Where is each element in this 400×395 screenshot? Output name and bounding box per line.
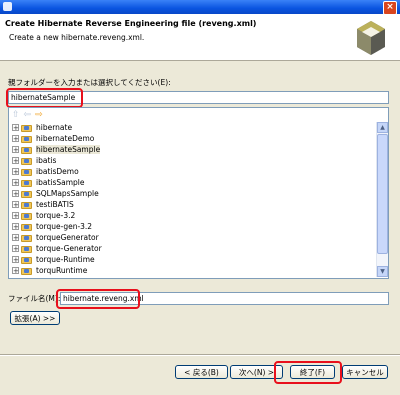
tree-item-label: torquRuntime	[36, 266, 88, 275]
tree-item-label: ibatisSample	[36, 178, 85, 187]
expand-icon[interactable]: +	[12, 157, 19, 165]
wizard-header: Create Hibernate Reverse Engineering fil…	[0, 14, 400, 61]
wizard-title: Create Hibernate Reverse Engineering fil…	[5, 19, 257, 28]
project-folder-icon	[21, 124, 33, 132]
tree-item[interactable]: + torque-Runtime	[9, 254, 375, 265]
tree-item[interactable]: + testiBATIS	[9, 199, 375, 210]
expand-icon[interactable]: +	[12, 267, 19, 275]
scroll-down-icon[interactable]: ▼	[377, 266, 388, 277]
scroll-up-icon[interactable]: ▲	[377, 122, 388, 133]
file-name-label: ファイル名(M):	[8, 294, 61, 303]
tree-item-label: torque-Generator	[36, 244, 102, 253]
cancel-button[interactable]: キャンセル	[342, 365, 388, 379]
tree-item-label: torque-gen-3.2	[36, 222, 93, 231]
expand-icon[interactable]: +	[12, 168, 19, 176]
expand-icon[interactable]: +	[12, 124, 19, 132]
tree-item[interactable]: + torquRuntime	[9, 265, 375, 276]
tree-item[interactable]: + torque-3.2	[9, 210, 375, 221]
title-bar[interactable]: ×	[0, 0, 400, 15]
expand-icon[interactable]: +	[12, 201, 19, 209]
tree-item[interactable]: + hibernateSample	[9, 144, 375, 155]
tree-item-label: hibernateDemo	[36, 134, 95, 143]
forward-arrow-icon[interactable]: ⇦	[24, 110, 32, 120]
expand-icon[interactable]: +	[12, 179, 19, 187]
project-folder-icon	[21, 212, 33, 220]
wizard-subtitle: Create a new hibernate.reveng.xml.	[9, 33, 145, 42]
tree-item-label: ibatisDemo	[36, 167, 79, 176]
tree-item[interactable]: + torque-Generator	[9, 243, 375, 254]
hibernate-logo-icon	[357, 21, 385, 55]
tree-scrollbar[interactable]: ▲ ▼	[376, 122, 388, 277]
tree-item-label: hibernate	[36, 123, 73, 132]
expand-icon[interactable]: +	[12, 256, 19, 264]
project-folder-icon	[21, 267, 33, 275]
expand-icon[interactable]: +	[12, 135, 19, 143]
tree-item-label: testiBATIS	[36, 200, 74, 209]
tree-item-label: ibatis	[36, 156, 57, 165]
expand-icon[interactable]: +	[12, 146, 19, 154]
tree-item-label: torqueGenerator	[36, 233, 99, 242]
project-folder-icon	[21, 223, 33, 231]
project-folder-icon	[21, 245, 33, 253]
highlight-parent-folder	[6, 88, 83, 108]
wizard-dialog: × Create Hibernate Reverse Engineering f…	[0, 0, 400, 395]
tree-item[interactable]: + torque-gen-3.2	[9, 221, 375, 232]
expand-icon[interactable]: +	[12, 223, 19, 231]
tree-list: + hibernate + hibernateDemo + hibernateSample…	[9, 122, 375, 276]
project-folder-icon	[21, 146, 33, 154]
expand-icon[interactable]: +	[12, 234, 19, 242]
project-folder-icon	[21, 179, 33, 187]
tree-item-label: torque-Runtime	[36, 255, 95, 264]
tree-item-label: SQLMapsSample	[36, 189, 99, 198]
tree-item[interactable]: + torqueGenerator	[9, 232, 375, 243]
expand-icon[interactable]: +	[12, 212, 19, 220]
project-folder-icon	[21, 168, 33, 176]
tree-item[interactable]: + hibernateDemo	[9, 133, 375, 144]
app-icon	[3, 2, 12, 11]
parent-folder-label: 親フォルダーを入力または選択してください(E):	[8, 78, 171, 87]
project-folder-icon	[21, 201, 33, 209]
scroll-thumb[interactable]	[377, 134, 388, 254]
project-folder-icon	[21, 190, 33, 198]
back-arrow-icon[interactable]: ⇧	[12, 110, 20, 120]
tree-item[interactable]: + ibatisSample	[9, 177, 375, 188]
tree-item[interactable]: + hibernate	[9, 122, 375, 133]
project-folder-icon	[21, 135, 33, 143]
project-folder-icon	[21, 256, 33, 264]
expand-icon[interactable]: +	[12, 190, 19, 198]
project-folder-icon	[21, 157, 33, 165]
expand-icon[interactable]: +	[12, 245, 19, 253]
project-folder-icon	[21, 234, 33, 242]
advanced-button[interactable]: 拡張(A) >>	[10, 311, 60, 325]
back-button[interactable]: < 戻る(B)	[175, 365, 228, 379]
tree-item[interactable]: + ibatisDemo	[9, 166, 375, 177]
tree-item-label: hibernateSample	[36, 145, 101, 154]
highlight-finish	[274, 361, 342, 384]
highlight-file-name	[56, 289, 140, 309]
project-tree[interactable]: ⇧ ⇦ ⇨ + hibernate + hibernateDemo + hibernate…	[8, 107, 389, 279]
button-separator	[0, 354, 400, 356]
tree-toolbar: ⇧ ⇦ ⇨	[12, 110, 43, 120]
close-button[interactable]: ×	[383, 1, 397, 15]
tree-item-label: torque-3.2	[36, 211, 76, 220]
next-arrow-icon[interactable]: ⇨	[35, 110, 43, 120]
tree-item[interactable]: + SQLMapsSample	[9, 188, 375, 199]
tree-item[interactable]: + ibatis	[9, 155, 375, 166]
